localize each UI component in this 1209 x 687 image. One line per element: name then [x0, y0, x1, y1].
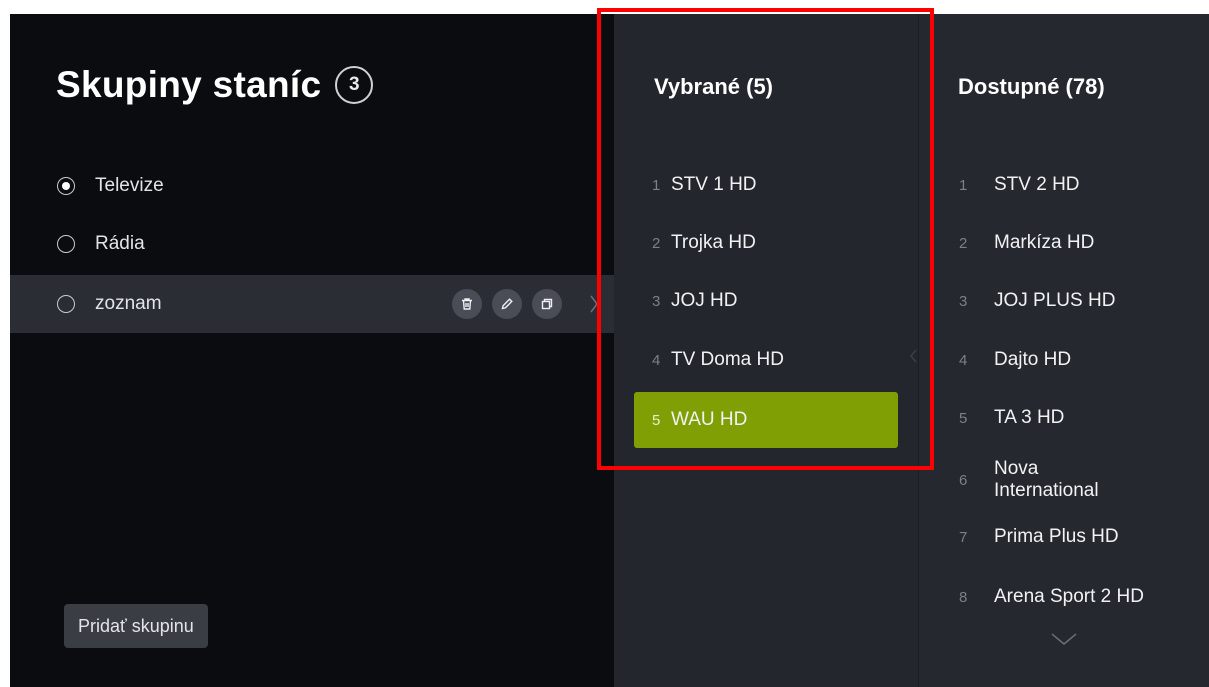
channel-number: 3	[652, 292, 661, 310]
channel-name: Nova International	[994, 458, 1099, 501]
group-count-badge: 3	[335, 66, 374, 104]
channel-name: Trojka HD	[671, 232, 756, 253]
page-title: Skupiny staníc	[56, 64, 322, 105]
selected-channels-pane: Vybrané (5) 1 STV 1 HD 2 Trojka HD 3 JOJ…	[614, 14, 918, 687]
channel-name: Markíza HD	[994, 232, 1095, 253]
trash-icon[interactable]	[452, 289, 482, 319]
channel-number: 2	[959, 234, 968, 252]
available-channel-item[interactable]: 8 Arena Sport 2 HD	[941, 569, 1201, 625]
channel-number: 4	[959, 351, 968, 369]
add-group-button[interactable]: Pridať skupinu	[64, 604, 208, 648]
selected-channel-item[interactable]: 4 TV Doma HD	[634, 332, 898, 388]
title-area: Skupiny staníc 3	[56, 64, 374, 106]
channel-name: STV 2 HD	[994, 174, 1080, 195]
group-label: zoznam	[95, 293, 162, 314]
available-column-title: Dostupné (78)	[958, 74, 1105, 99]
selected-column-title: Vybrané (5)	[654, 74, 774, 99]
chevron-right-icon	[589, 294, 599, 319]
group-label: Rádia	[95, 233, 145, 254]
channel-number: 5	[959, 409, 968, 427]
channel-number: 7	[959, 528, 968, 546]
channel-number: 3	[959, 292, 968, 310]
radio-icon[interactable]	[57, 295, 75, 313]
channel-number: 6	[959, 471, 968, 489]
available-channel-item[interactable]: 5 TA 3 HD	[941, 390, 1201, 446]
channel-name: JOJ PLUS HD	[994, 290, 1116, 311]
channel-number: 8	[959, 588, 968, 606]
group-item-zoznam[interactable]: zoznam	[10, 275, 614, 333]
channel-name: STV 1 HD	[671, 174, 757, 195]
available-channel-item[interactable]: 1 STV 2 HD	[941, 157, 1201, 213]
group-item-televize[interactable]: Televize	[10, 157, 614, 215]
channel-number: 2	[652, 234, 661, 252]
channel-name: WAU HD	[671, 409, 748, 430]
available-channel-item[interactable]: 7 Prima Plus HD	[941, 509, 1201, 565]
duplicate-icon[interactable]	[532, 289, 562, 319]
available-channel-item[interactable]: 2 Markíza HD	[941, 215, 1201, 271]
station-groups-pane: Skupiny staníc 3 Televize Rádia zoznam P…	[10, 14, 614, 687]
selected-channel-item[interactable]: 2 Trojka HD	[634, 215, 898, 271]
selected-channel-item[interactable]: 1 STV 1 HD	[634, 157, 898, 213]
channel-name: TA 3 HD	[994, 407, 1065, 428]
radio-checked-icon[interactable]	[57, 177, 75, 195]
group-actions	[452, 289, 562, 319]
pencil-icon[interactable]	[492, 289, 522, 319]
selected-channel-item[interactable]: 3 JOJ HD	[634, 273, 898, 329]
available-channels-pane: Dostupné (78) 1 STV 2 HD 2 Markíza HD 3 …	[918, 14, 1209, 687]
available-channel-item[interactable]: 6 Nova International	[941, 452, 1201, 508]
available-channel-item[interactable]: 3 JOJ PLUS HD	[941, 273, 1201, 329]
channel-name: TV Doma HD	[671, 349, 784, 370]
tv-screen: Skupiny staníc 3 Televize Rádia zoznam P…	[10, 14, 1209, 687]
group-label: Televize	[95, 175, 164, 196]
channel-number: 1	[652, 176, 661, 194]
available-channel-item[interactable]: 4 Dajto HD	[941, 332, 1201, 388]
selected-channel-item-focused[interactable]: 5 WAU HD	[634, 392, 898, 448]
group-item-radia[interactable]: Rádia	[10, 215, 614, 273]
channel-name: Arena Sport 2 HD	[994, 586, 1144, 607]
channel-name: Prima Plus HD	[994, 526, 1119, 547]
channel-number: 5	[652, 411, 661, 429]
radio-icon[interactable]	[57, 235, 75, 253]
chevron-down-icon[interactable]	[1050, 631, 1078, 652]
channel-name: JOJ HD	[671, 290, 738, 311]
channel-number: 4	[652, 351, 661, 369]
channel-name: Dajto HD	[994, 349, 1072, 370]
channel-number: 1	[959, 176, 968, 194]
